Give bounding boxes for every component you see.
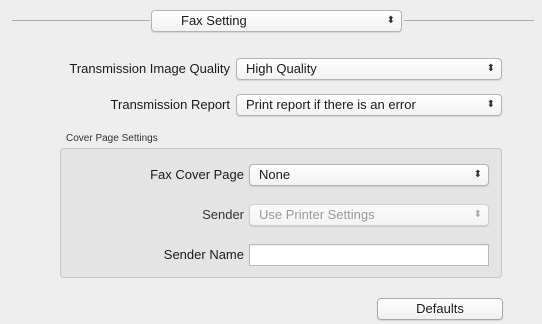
sender-name-field[interactable] [249, 244, 489, 266]
header-rule-right [404, 20, 534, 21]
updown-chevron-icon: ⬍ [486, 99, 495, 110]
panel-select-value: Fax Setting [181, 13, 247, 28]
sender-popup: Use Printer Settings ⬍ [249, 204, 489, 226]
fax-cover-page-label: Fax Cover Page [150, 167, 244, 182]
updown-chevron-icon: ⬍ [386, 15, 395, 26]
panel-select-popup[interactable]: Fax Setting ⬍ [151, 10, 402, 32]
transmission-report-label: Transmission Report [110, 97, 230, 112]
transmission-report-popup[interactable]: Print report if there is an error ⬍ [236, 94, 502, 116]
transmission-image-quality-popup[interactable]: High Quality ⬍ [236, 58, 502, 80]
sender-label: Sender [202, 207, 244, 222]
fax-cover-page-popup[interactable]: None ⬍ [249, 164, 489, 186]
updown-chevron-icon: ⬍ [473, 169, 482, 180]
cover-page-group-title: Cover Page Settings [66, 133, 158, 144]
sender-name-label: Sender Name [163, 247, 244, 262]
transmission-image-quality-value: High Quality [246, 61, 317, 76]
updown-chevron-icon: ⬍ [486, 63, 495, 74]
updown-chevron-icon: ⬍ [473, 209, 482, 220]
transmission-image-quality-label: Transmission Image Quality [69, 61, 230, 76]
sender-value: Use Printer Settings [259, 207, 375, 222]
fax-cover-page-value: None [259, 167, 291, 182]
defaults-button[interactable]: Defaults [377, 298, 503, 320]
header-rule-left [12, 20, 150, 21]
transmission-report-value: Print report if there is an error [246, 97, 416, 112]
